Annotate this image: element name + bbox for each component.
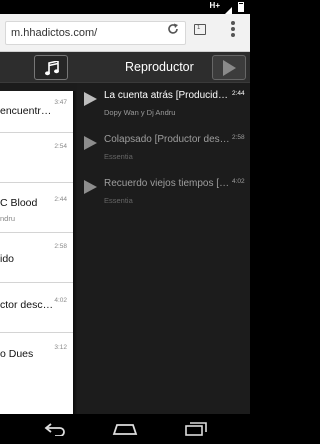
player-title: Reproductor: [125, 60, 194, 74]
track-title: Colapsado [Productor desconocido]: [104, 134, 232, 145]
battery-icon: [238, 2, 244, 12]
queue-item[interactable]: La cuenta atrás [Producido por Dj Andru]…: [77, 83, 250, 127]
play-icon: [84, 92, 97, 106]
system-nav-bar: [0, 414, 250, 444]
track-duration: 2:44: [232, 90, 245, 97]
app-header: Reproductor: [0, 52, 250, 83]
song-title: ido: [0, 253, 15, 265]
play-icon: [223, 60, 236, 76]
song-title: C Blood: [0, 197, 38, 209]
song-duration: 3:12: [54, 344, 67, 351]
track-artist: Essentia: [104, 196, 133, 205]
network-type: H+: [209, 1, 220, 10]
song-duration: 2:54: [54, 143, 67, 150]
song-duration: 2:44: [54, 196, 67, 203]
track-artist: Dopy Wan y Dj Andru: [104, 108, 176, 117]
list-item[interactable]: C Blood 2:44 ndru: [0, 183, 73, 233]
track-artist: Essentia: [104, 152, 133, 161]
list-item[interactable]: ctor desc… 4:02: [0, 283, 73, 333]
queue-item[interactable]: Colapsado [Productor desconocido] 2:58 E…: [77, 127, 250, 171]
url-text: m.hhadictos.com/: [11, 27, 98, 39]
queue-item[interactable]: Recuerdo viejos tiempos [Productor desco…: [77, 171, 250, 215]
list-item[interactable]: ido 2:58: [0, 233, 73, 283]
browser-toolbar: m.hhadictos.com/: [0, 14, 250, 52]
recents-icon[interactable]: [185, 422, 207, 441]
song-duration: 4:02: [54, 297, 67, 304]
reload-icon[interactable]: [166, 22, 180, 36]
web-page: Reproductor encuentr… 3:47 2:54 C Blood …: [0, 52, 250, 414]
overflow-menu-icon[interactable]: [226, 20, 240, 38]
back-icon[interactable]: [43, 422, 67, 441]
song-artist: ndru: [0, 214, 16, 223]
song-title: o Dues: [0, 348, 34, 360]
track-title: Recuerdo viejos tiempos [Productor desco…: [104, 178, 232, 189]
status-bar: H+: [0, 0, 250, 16]
song-title: ctor desc…: [0, 299, 54, 311]
music-note-icon: [45, 61, 59, 76]
play-icon: [84, 180, 97, 194]
player-queue: La cuenta atrás [Producido por Dj Andru]…: [77, 83, 250, 414]
tabs-count: 1: [197, 25, 201, 31]
track-duration: 4:02: [232, 178, 245, 185]
song-title: encuentr…: [0, 105, 52, 117]
song-list: encuentr… 3:47 2:54 C Blood 2:44 ndru id…: [0, 91, 73, 414]
address-bar[interactable]: m.hhadictos.com/: [5, 21, 186, 45]
play-icon: [84, 136, 97, 150]
play-button[interactable]: [212, 55, 246, 80]
tabs-switcher-button[interactable]: 1: [194, 24, 206, 35]
song-duration: 2:58: [54, 243, 67, 250]
list-item[interactable]: 2:54: [0, 133, 73, 183]
list-item[interactable]: o Dues 3:12: [0, 333, 73, 414]
track-duration: 2:58: [232, 134, 245, 141]
home-icon[interactable]: [112, 422, 138, 441]
song-duration: 3:47: [54, 99, 67, 106]
track-title: La cuenta atrás [Producido por Dj Andru]: [104, 90, 232, 101]
music-menu-button[interactable]: [34, 55, 68, 80]
list-item[interactable]: encuentr… 3:47: [0, 91, 73, 133]
